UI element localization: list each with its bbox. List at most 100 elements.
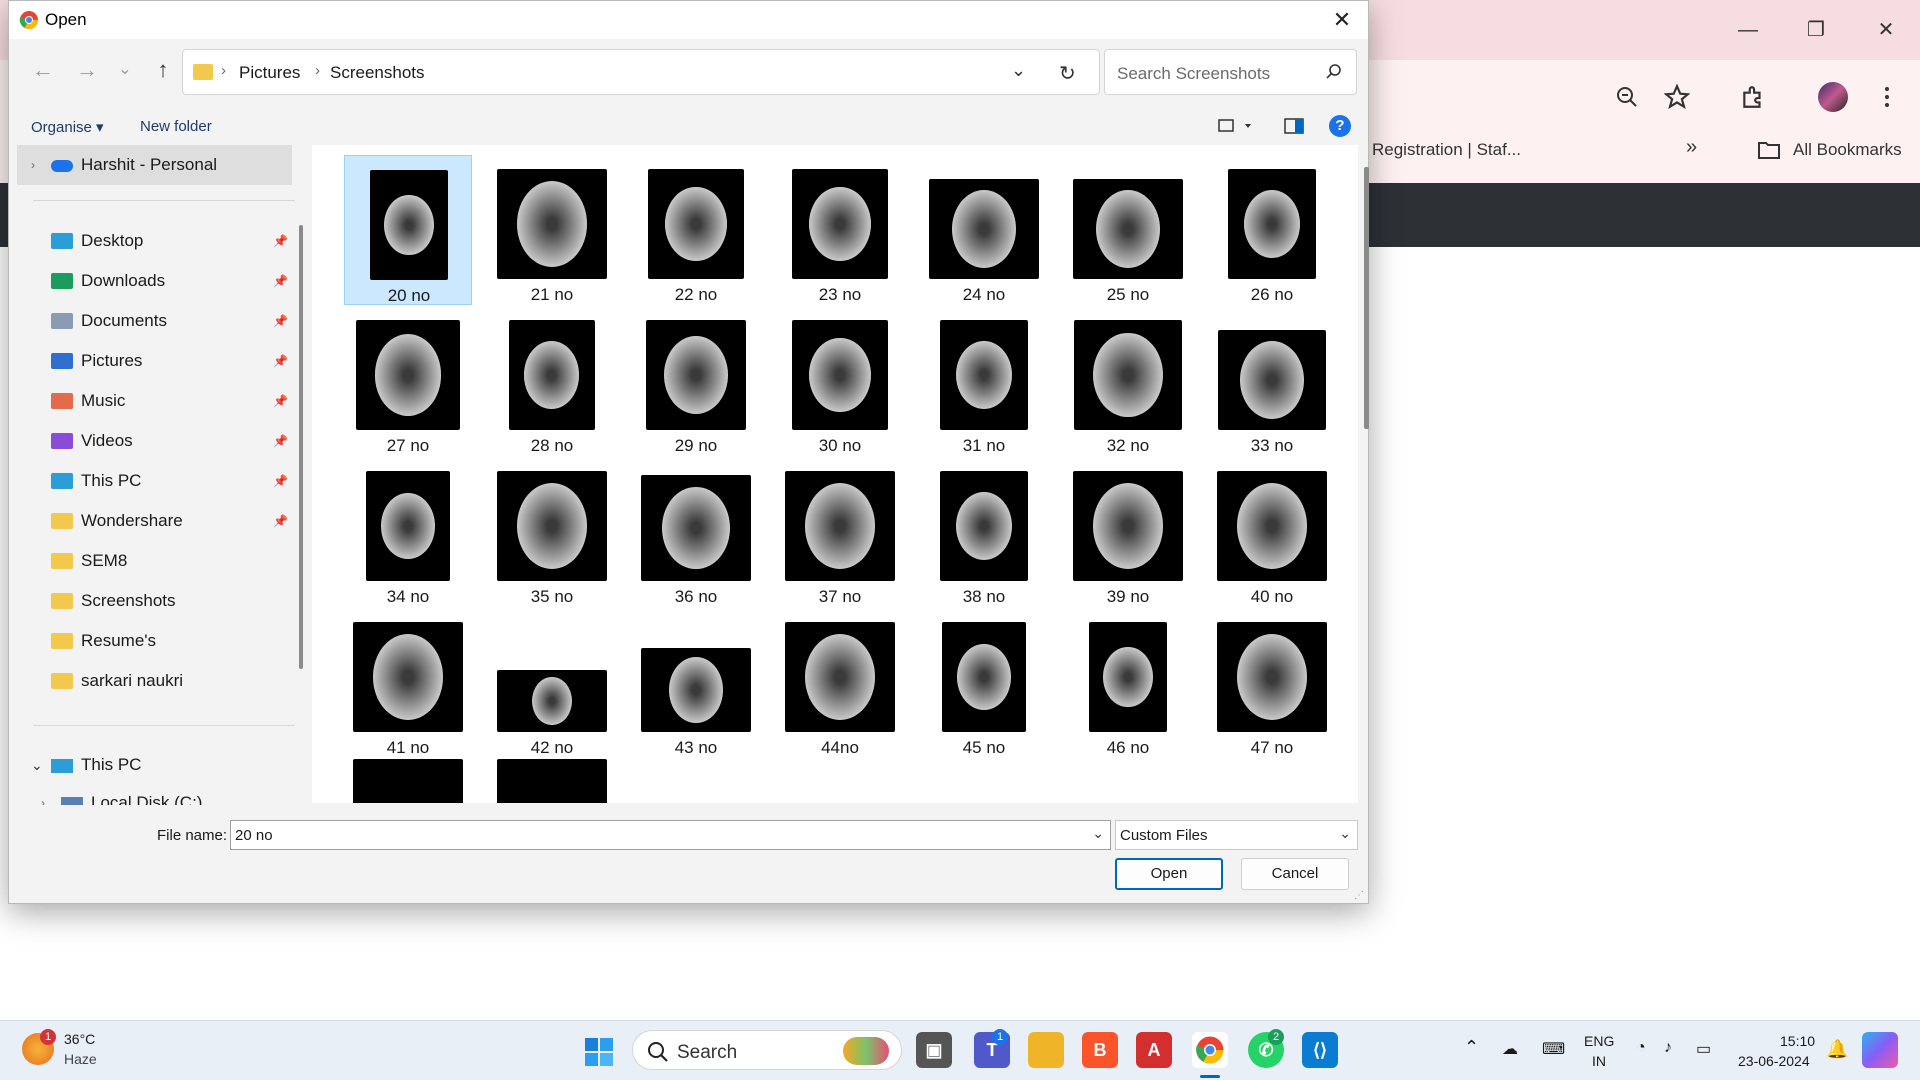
language-top[interactable]: ENG <box>1584 1033 1614 1049</box>
brave-icon[interactable]: B <box>1082 1032 1118 1068</box>
preview-pane-icon[interactable] <box>1284 117 1304 139</box>
sidebar-item-videos[interactable]: Videos 📌 <box>17 423 292 459</box>
clock-time[interactable]: 15:10 <box>1780 1033 1815 1049</box>
file-item[interactable]: 43 no <box>632 608 760 758</box>
zoom-icon[interactable] <box>1610 80 1644 114</box>
task-view-icon[interactable]: ▣ <box>916 1032 952 1068</box>
more-bookmarks-icon[interactable]: » <box>1686 136 1697 159</box>
vscode-icon[interactable]: ⟨⟩ <box>1302 1032 1338 1068</box>
chevron-right-icon[interactable]: › <box>41 796 61 805</box>
sidebar-item-sarkari-naukri[interactable]: sarkari naukri <box>17 663 292 699</box>
file-item[interactable]: 34 no <box>344 457 472 607</box>
help-icon[interactable]: ? <box>1329 115 1351 137</box>
file-item[interactable]: 26 no <box>1208 155 1336 305</box>
breadcrumb-pictures[interactable]: Pictures <box>239 63 300 83</box>
search-input[interactable]: Search Screenshots <box>1104 49 1357 95</box>
start-button[interactable] <box>584 1037 614 1071</box>
chevron-up-icon[interactable]: ⌃ <box>1464 1037 1479 1058</box>
chevron-down-icon[interactable]: ⌄ <box>31 757 51 774</box>
sidebar-item-local-disk[interactable]: › Local Disk (C:) <box>17 785 292 805</box>
clock-date[interactable]: 23-06-2024 <box>1738 1053 1810 1069</box>
browser-menu-icon[interactable] <box>1870 80 1904 114</box>
file-item[interactable]: 46 no <box>1064 608 1192 758</box>
chevron-right-icon[interactable]: › <box>31 158 51 172</box>
restore-button[interactable]: ❐ <box>1796 14 1836 46</box>
file-thumbnail[interactable] <box>497 759 607 803</box>
breadcrumb-screenshots[interactable]: Screenshots <box>330 63 425 83</box>
browser-close-button[interactable]: ✕ <box>1866 14 1906 46</box>
sidebar-item-music[interactable]: Music 📌 <box>17 383 292 419</box>
file-name-field[interactable]: 20 no ⌄ <box>230 820 1111 850</box>
sidebar-item-screenshots[interactable]: Screenshots <box>17 583 292 619</box>
organise-button[interactable]: Organise ▾ <box>31 118 104 136</box>
file-item[interactable]: 24 no <box>920 155 1048 305</box>
chevron-down-icon[interactable]: ⌄ <box>1011 60 1026 81</box>
chrome-taskbar-icon[interactable] <box>1192 1032 1228 1068</box>
content-scrollbar[interactable] <box>1364 167 1369 429</box>
file-item[interactable]: 45 no <box>920 608 1048 758</box>
back-icon[interactable]: ← <box>27 55 59 85</box>
file-thumbnail[interactable] <box>353 759 463 803</box>
file-item[interactable]: 42 no <box>488 608 616 758</box>
file-item[interactable]: 40 no <box>1208 457 1336 607</box>
new-folder-button[interactable]: New folder <box>140 118 212 135</box>
file-item[interactable]: 28 no <box>488 306 616 456</box>
close-icon[interactable]: ✕ <box>1324 5 1360 35</box>
file-type-select[interactable]: Custom Files ⌄ <box>1115 820 1358 850</box>
weather-desc[interactable]: Haze <box>64 1051 97 1067</box>
taskbar-search[interactable]: Search <box>632 1030 902 1070</box>
sidebar-item-pictures[interactable]: Pictures 📌 <box>17 343 292 379</box>
file-item[interactable]: 36 no <box>632 457 760 607</box>
file-item[interactable]: 39 no <box>1064 457 1192 607</box>
battery-icon[interactable]: ▭ <box>1696 1039 1711 1059</box>
open-button[interactable]: Open <box>1115 858 1223 890</box>
recent-locations-icon[interactable]: ⌄ <box>109 55 141 85</box>
sidebar-item-documents[interactable]: Documents 📌 <box>17 303 292 339</box>
sidebar-item-this-pc[interactable]: This PC 📌 <box>17 463 292 499</box>
acrobat-icon[interactable]: A <box>1136 1032 1172 1068</box>
file-item[interactable]: 22 no <box>632 155 760 305</box>
sidebar-item-wondershare[interactable]: Wondershare 📌 <box>17 503 292 539</box>
resize-grip-icon[interactable]: ⋰ <box>1354 890 1364 901</box>
sidebar-item-sem8[interactable]: SEM8 <box>17 543 292 579</box>
extensions-icon[interactable] <box>1736 80 1770 114</box>
volume-icon[interactable]: ♪ <box>1664 1039 1672 1057</box>
sidebar-item-onedrive[interactable]: › Harshit - Personal <box>17 145 292 185</box>
file-item[interactable]: 38 no <box>920 457 1048 607</box>
file-item[interactable]: 25 no <box>1064 155 1192 305</box>
file-item[interactable]: 47 no <box>1208 608 1336 758</box>
chevron-down-icon[interactable]: ⌄ <box>1092 825 1104 842</box>
file-item[interactable]: 37 no <box>776 457 904 607</box>
profile-avatar[interactable] <box>1816 80 1850 114</box>
sidebar-item-desktop[interactable]: Desktop 📌 <box>17 223 292 259</box>
file-item[interactable]: 44no <box>776 608 904 758</box>
cancel-button[interactable]: Cancel <box>1241 858 1349 890</box>
weather-temp[interactable]: 36°C <box>64 1031 95 1047</box>
bookmark-item[interactable]: Registration | Staf... <box>1372 140 1521 160</box>
sidebar-item-downloads[interactable]: Downloads 📌 <box>17 263 292 299</box>
file-item[interactable]: 23 no <box>776 155 904 305</box>
file-explorer-icon[interactable] <box>1028 1032 1064 1068</box>
sidebar-item-resume-s[interactable]: Resume's <box>17 623 292 659</box>
notification-bell-icon[interactable]: 🔔 <box>1826 1039 1848 1060</box>
onedrive-tray-icon[interactable]: ☁ <box>1502 1039 1518 1059</box>
sidebar-item-this-pc[interactable]: ⌄ This PC <box>17 747 292 783</box>
file-item[interactable]: 41 no <box>344 608 472 758</box>
file-item[interactable]: 29 no <box>632 306 760 456</box>
copilot-icon[interactable] <box>1862 1032 1898 1068</box>
file-item[interactable]: 27 no <box>344 306 472 456</box>
keyboard-tray-icon[interactable]: ⌨ <box>1542 1039 1565 1059</box>
file-item[interactable]: 30 no <box>776 306 904 456</box>
file-item[interactable]: 31 no <box>920 306 1048 456</box>
file-item[interactable]: 32 no <box>1064 306 1192 456</box>
wifi-icon[interactable]: ◔ <box>1636 1039 1646 1057</box>
address-bar[interactable]: › Pictures › Screenshots ⌄ ↻ <box>182 49 1100 95</box>
language-bottom[interactable]: IN <box>1592 1053 1606 1069</box>
file-item[interactable]: 33 no <box>1208 306 1336 456</box>
file-item[interactable]: 21 no <box>488 155 616 305</box>
file-item[interactable]: 20 no <box>344 155 472 305</box>
forward-icon[interactable]: → <box>71 55 103 85</box>
sidebar-scrollbar[interactable] <box>299 225 303 669</box>
refresh-icon[interactable]: ↻ <box>1059 61 1076 86</box>
all-bookmarks-link[interactable]: All Bookmarks <box>1793 140 1902 160</box>
